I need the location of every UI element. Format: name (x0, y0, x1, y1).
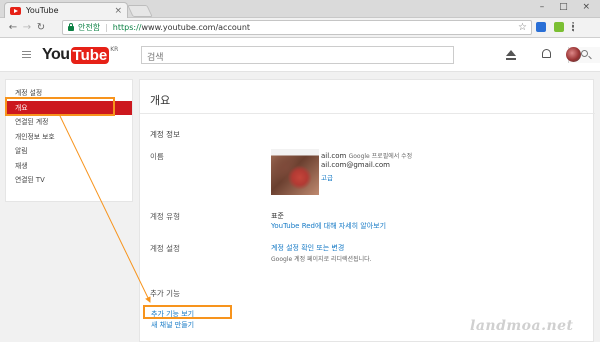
watermark: landmoa.net (470, 318, 574, 334)
arrow-line (59, 115, 151, 303)
tutorial-arrow (59, 115, 151, 303)
